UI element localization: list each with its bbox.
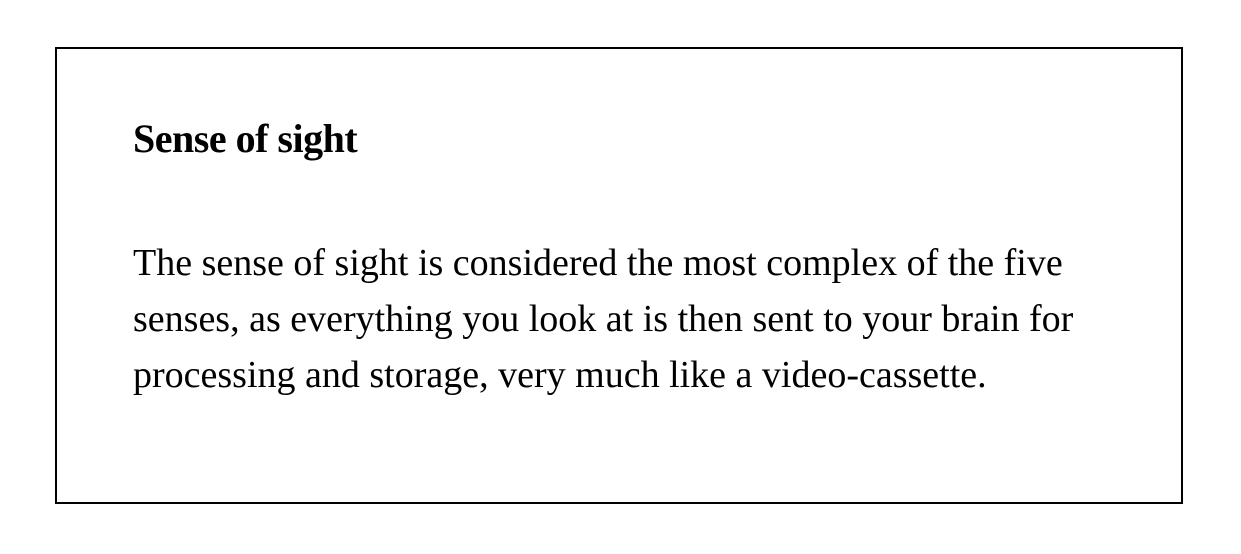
info-card: Sense of sight The sense of sight is con…	[55, 47, 1183, 504]
body-line: processing and storage, very much like a…	[133, 354, 987, 396]
card-title: Sense of sight	[133, 116, 358, 161]
card-body: The sense of sight is considered the mos…	[133, 235, 1133, 403]
body-line: The sense of sight is considered the mos…	[133, 242, 1063, 284]
body-line: senses, as everything you look at is the…	[133, 298, 1074, 340]
